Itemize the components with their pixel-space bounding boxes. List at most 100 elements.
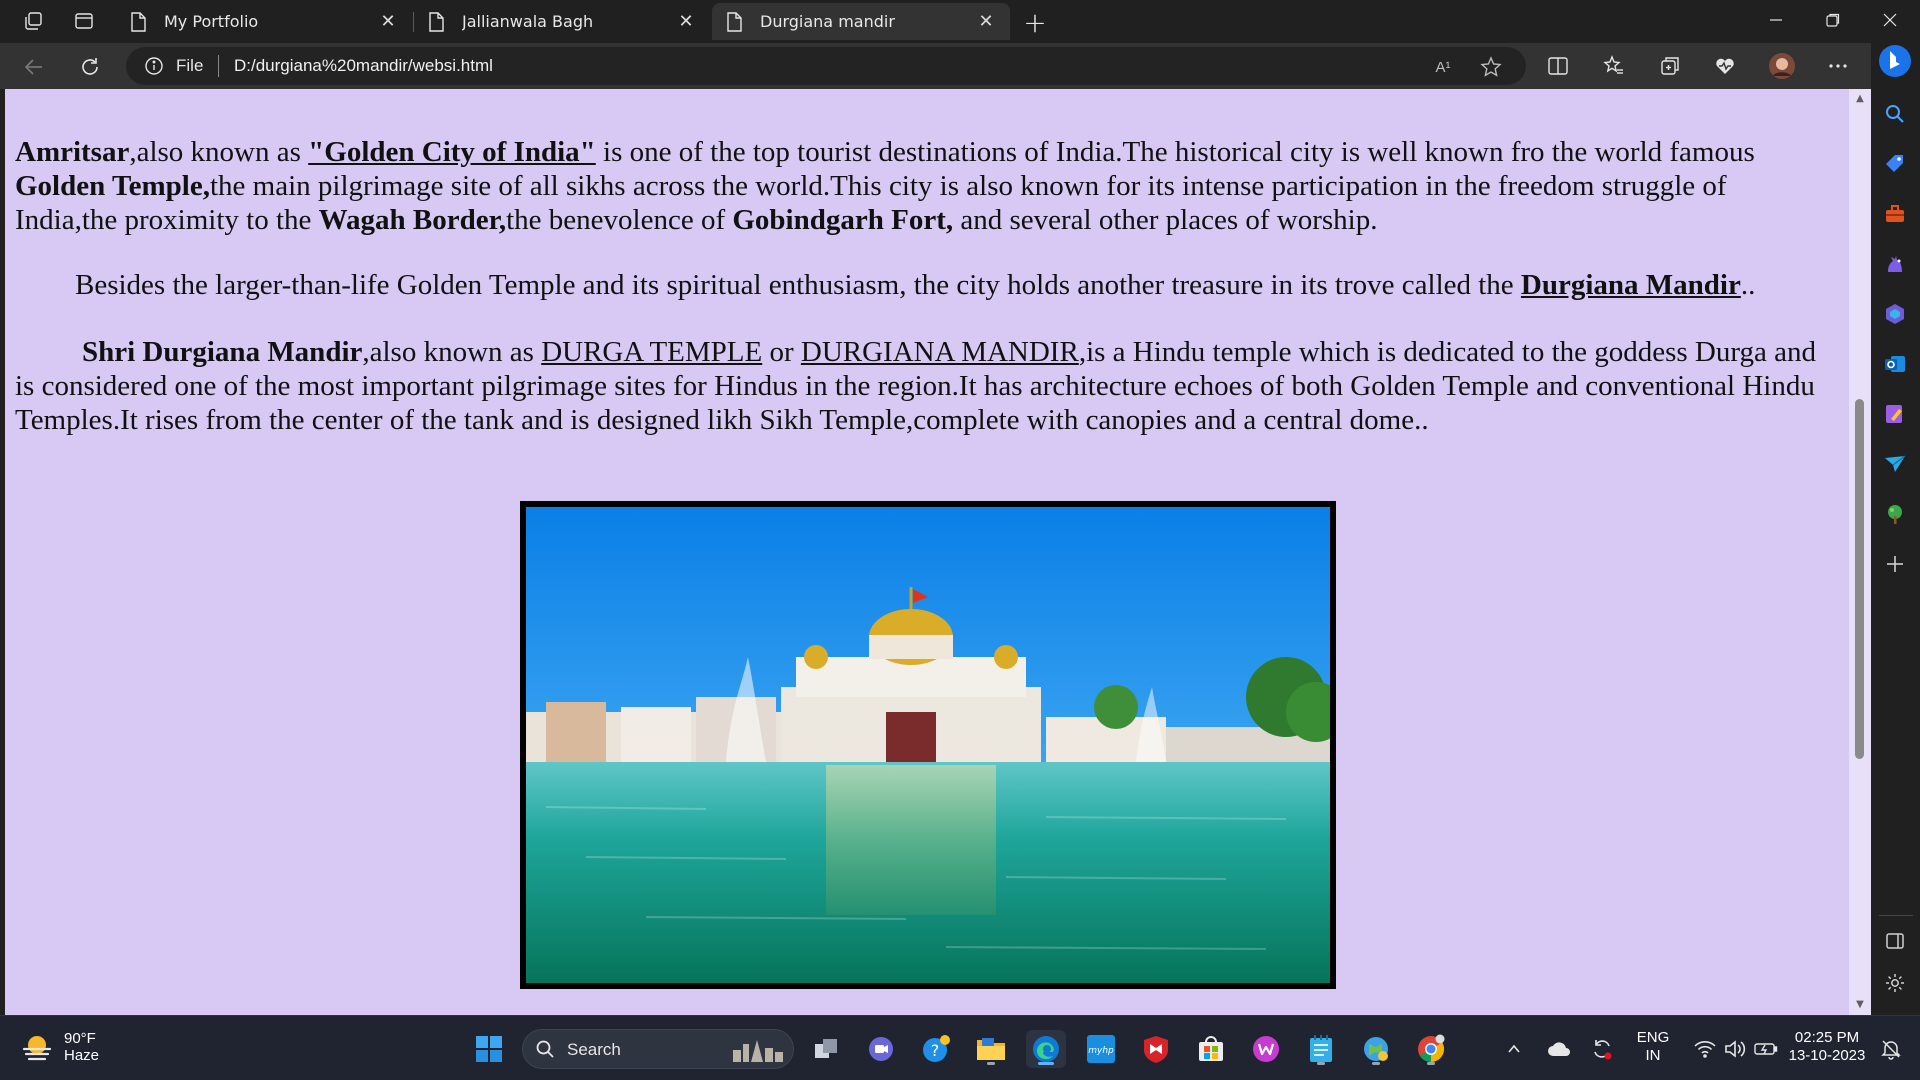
- address-divider: [218, 55, 219, 77]
- language-indicator[interactable]: ENG IN: [1633, 1029, 1673, 1065]
- tab-durgiana-mandir[interactable]: Durgiana mandir ✕: [712, 3, 1010, 40]
- bold-text: Gobindgarh Fort,: [732, 204, 954, 236]
- running-indicator: [1372, 1062, 1380, 1065]
- designer-icon[interactable]: [1881, 400, 1909, 428]
- tab-title: My Portfolio: [164, 12, 259, 31]
- navigation-toolbar: File D:/durgiana%20mandir/websi.html A¹: [0, 43, 1920, 89]
- clock-time: 02:25 PM: [1794, 1029, 1860, 1046]
- taskbar-search[interactable]: Search: [522, 1029, 794, 1069]
- wps-icon[interactable]: [1246, 1030, 1286, 1068]
- games-icon[interactable]: [1881, 250, 1909, 278]
- document-icon: [428, 11, 448, 32]
- tab-jallianwala-bagh[interactable]: Jallianwala Bagh ✕: [414, 3, 710, 40]
- clock[interactable]: 02:25 PM 13-10-2023: [1782, 1029, 1872, 1065]
- bold-text: Wagah Border,: [318, 204, 507, 236]
- onedrive-icon[interactable]: [1544, 1030, 1574, 1068]
- close-icon[interactable]: ✕: [676, 11, 696, 32]
- send-icon[interactable]: [1881, 450, 1909, 478]
- microsoft-365-icon[interactable]: [1881, 300, 1909, 328]
- myhp-icon[interactable]: myhp: [1081, 1030, 1121, 1068]
- quick-settings[interactable]: [1686, 1030, 1786, 1068]
- search-label: Search: [567, 1040, 621, 1059]
- weather-condition: Haze: [64, 1047, 100, 1064]
- haze-sun-icon: [22, 1036, 52, 1061]
- sync-icon[interactable]: [1587, 1030, 1617, 1068]
- search-highlight-icon: [733, 1040, 783, 1062]
- collections-icon[interactable]: [1655, 51, 1685, 81]
- workspaces-icon[interactable]: [16, 6, 50, 36]
- split-screen-icon[interactable]: [1543, 51, 1573, 81]
- link-text: Durgiana Mandir: [1520, 269, 1741, 301]
- tab-actions-icon[interactable]: [67, 6, 101, 36]
- scroll-up-icon[interactable]: ▲: [1854, 93, 1866, 105]
- teams-chat-icon[interactable]: [861, 1030, 901, 1068]
- help-icon[interactable]: ?: [916, 1030, 956, 1068]
- restore-button[interactable]: [1805, 0, 1861, 40]
- text: ,also known as: [129, 136, 309, 168]
- text: is one of the top tourist destinations o…: [595, 136, 1755, 168]
- paragraph-intro: Amritsar,also known as "Golden City of I…: [15, 135, 1835, 237]
- text: and several other places of worship.: [953, 204, 1378, 236]
- tab-title: Jallianwala Bagh: [462, 12, 594, 31]
- url-text[interactable]: D:/durgiana%20mandir/websi.html: [234, 56, 493, 76]
- address-bar[interactable]: File D:/durgiana%20mandir/websi.html A¹: [126, 47, 1526, 85]
- favorite-star-icon[interactable]: [1480, 56, 1502, 78]
- tree-icon[interactable]: [1881, 500, 1909, 528]
- tools-icon[interactable]: [1881, 200, 1909, 228]
- close-window-button[interactable]: [1862, 0, 1918, 40]
- notification-bell-icon[interactable]: [1876, 1030, 1906, 1068]
- shopping-icon[interactable]: [1881, 150, 1909, 178]
- scroll-down-icon[interactable]: ▼: [1854, 999, 1866, 1011]
- add-icon[interactable]: [1881, 550, 1909, 578]
- minimize-button[interactable]: [1748, 0, 1804, 40]
- edge-icon[interactable]: [1026, 1030, 1066, 1068]
- windows-taskbar: 90°F Haze Search ? myhp ENG IN 02:25 PM …: [0, 1015, 1920, 1080]
- close-icon[interactable]: ✕: [976, 11, 996, 32]
- scrollbar-thumb[interactable]: [1855, 399, 1864, 759]
- temple-image: [526, 507, 1330, 983]
- maps-icon[interactable]: [1356, 1030, 1396, 1068]
- page-scrollbar[interactable]: ▲ ▼: [1849, 89, 1871, 1015]
- edge-sidebar: [1871, 43, 1920, 1015]
- settings-gear-icon[interactable]: [1881, 969, 1909, 997]
- bold-text: Shri Durgiana Mandir: [82, 336, 363, 368]
- link-text: DURGIANA MANDIR: [800, 336, 1079, 368]
- more-options-icon[interactable]: [1823, 51, 1853, 81]
- file-explorer-icon[interactable]: [971, 1030, 1011, 1068]
- refresh-button[interactable]: [72, 49, 108, 85]
- running-indicator: [1317, 1062, 1325, 1065]
- paragraph-besides: Besides the larger-than-life Golden Temp…: [15, 268, 1835, 302]
- language-code: ENG: [1636, 1029, 1670, 1046]
- paragraph-temple: Shri Durgiana Mandir,also known as DURGA…: [15, 335, 1835, 437]
- page-viewport: Amritsar,also known as "Golden City of I…: [5, 89, 1849, 1015]
- chrome-icon[interactable]: [1411, 1030, 1451, 1068]
- new-tab-button[interactable]: +: [1018, 5, 1052, 39]
- document-icon: [726, 11, 746, 32]
- read-aloud-icon[interactable]: A¹: [1432, 56, 1454, 78]
- document-icon: [130, 11, 150, 32]
- copilot-icon[interactable]: [1877, 43, 1913, 79]
- tab-my-portfolio[interactable]: My Portfolio ✕: [116, 3, 412, 40]
- back-button[interactable]: [16, 49, 52, 85]
- profile-avatar[interactable]: [1767, 51, 1797, 81]
- store-icon[interactable]: [1191, 1030, 1231, 1068]
- favorites-icon[interactable]: [1599, 51, 1629, 81]
- close-icon[interactable]: ✕: [378, 11, 398, 32]
- browser-essentials-icon[interactable]: [1710, 51, 1740, 81]
- mcafee-icon[interactable]: [1136, 1030, 1176, 1068]
- hide-sidebar-icon[interactable]: [1881, 927, 1909, 955]
- tab-bar: My Portfolio ✕ Jallianwala Bagh ✕ Durgia…: [0, 0, 1920, 43]
- svg-text:?: ?: [931, 1041, 940, 1060]
- task-view-icon[interactable]: [806, 1030, 846, 1068]
- temple-photo: [520, 501, 1336, 989]
- info-icon[interactable]: [144, 56, 164, 76]
- start-icon[interactable]: [469, 1030, 509, 1068]
- region-code: IN: [1645, 1047, 1661, 1064]
- weather-widget[interactable]: 90°F Haze: [20, 1030, 99, 1064]
- search-icon[interactable]: [1881, 100, 1909, 128]
- outlook-icon[interactable]: [1881, 350, 1909, 378]
- sidebar-divider: [1879, 915, 1913, 916]
- notepad-icon[interactable]: [1301, 1030, 1341, 1068]
- chevron-up-icon[interactable]: [1502, 1030, 1526, 1068]
- wifi-icon: [1694, 1041, 1716, 1058]
